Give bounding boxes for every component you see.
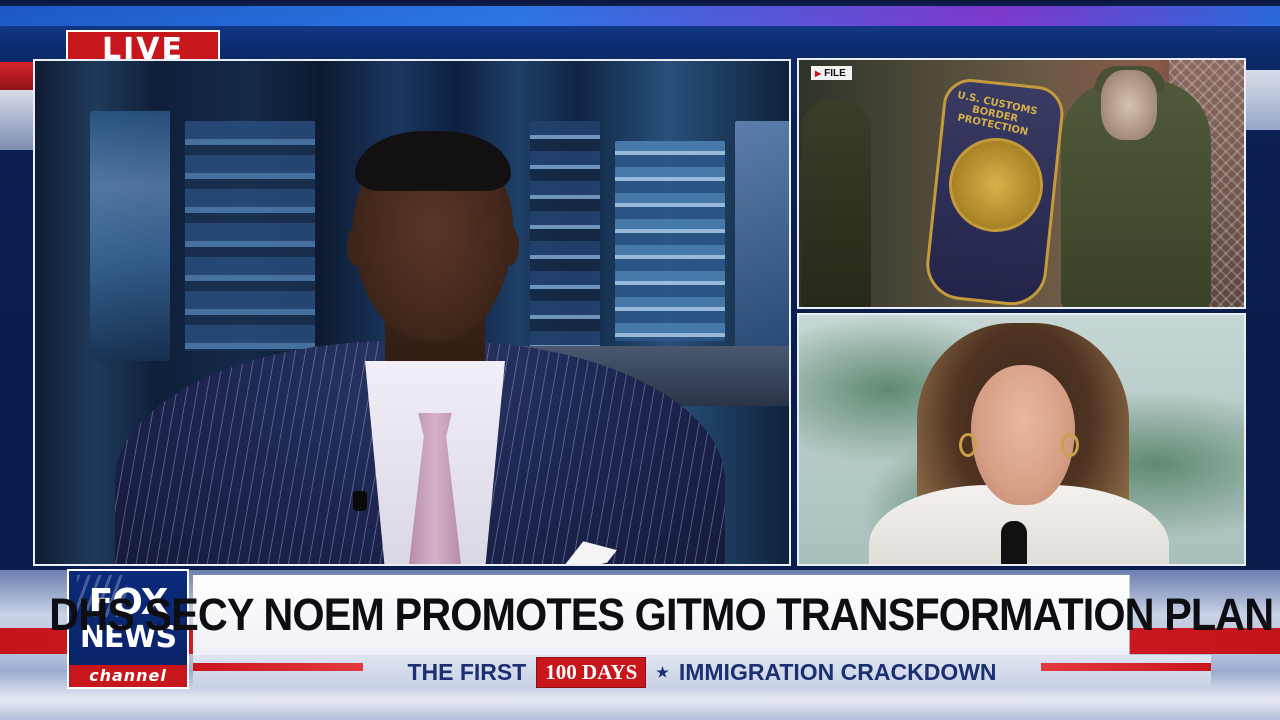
ticker-bar: THE FIRST 100 DAYS ★ IMMIGRATION CRACKDO… [193, 655, 1211, 689]
file-footage-frame: U.S. CUSTOMS BORDER PROTECTION ▶ FILE [797, 58, 1246, 309]
file-tag: ▶ FILE [811, 66, 852, 80]
headline-banner: DHS SECY NOEM PROMOTES GITMO TRANSFORMAT… [49, 575, 1274, 655]
ticker-accent [1041, 663, 1211, 671]
agent-head [1101, 70, 1157, 140]
star-icon: ★ [656, 663, 669, 680]
speaker-face [971, 365, 1075, 505]
earring [1061, 433, 1079, 457]
podium-microphone [1001, 521, 1027, 564]
play-icon: ▶ [815, 68, 822, 78]
ticker-right-text: IMMIGRATION CRACKDOWN [678, 658, 997, 685]
background-stripe [0, 6, 1280, 26]
ticker-badge: 100 DAYS [536, 656, 647, 688]
speaker-video-frame [797, 313, 1246, 566]
lapel-mic [353, 491, 367, 511]
ticker-left-text: THE FIRST [407, 658, 527, 685]
background-accent [1244, 70, 1280, 130]
file-tag-label: FILE [824, 67, 846, 79]
logo-channel-text: channel [69, 665, 187, 687]
anchor-video-frame [33, 59, 791, 566]
border-agent-figure [801, 100, 871, 307]
earring [959, 433, 977, 457]
ticker-accent [193, 663, 363, 671]
